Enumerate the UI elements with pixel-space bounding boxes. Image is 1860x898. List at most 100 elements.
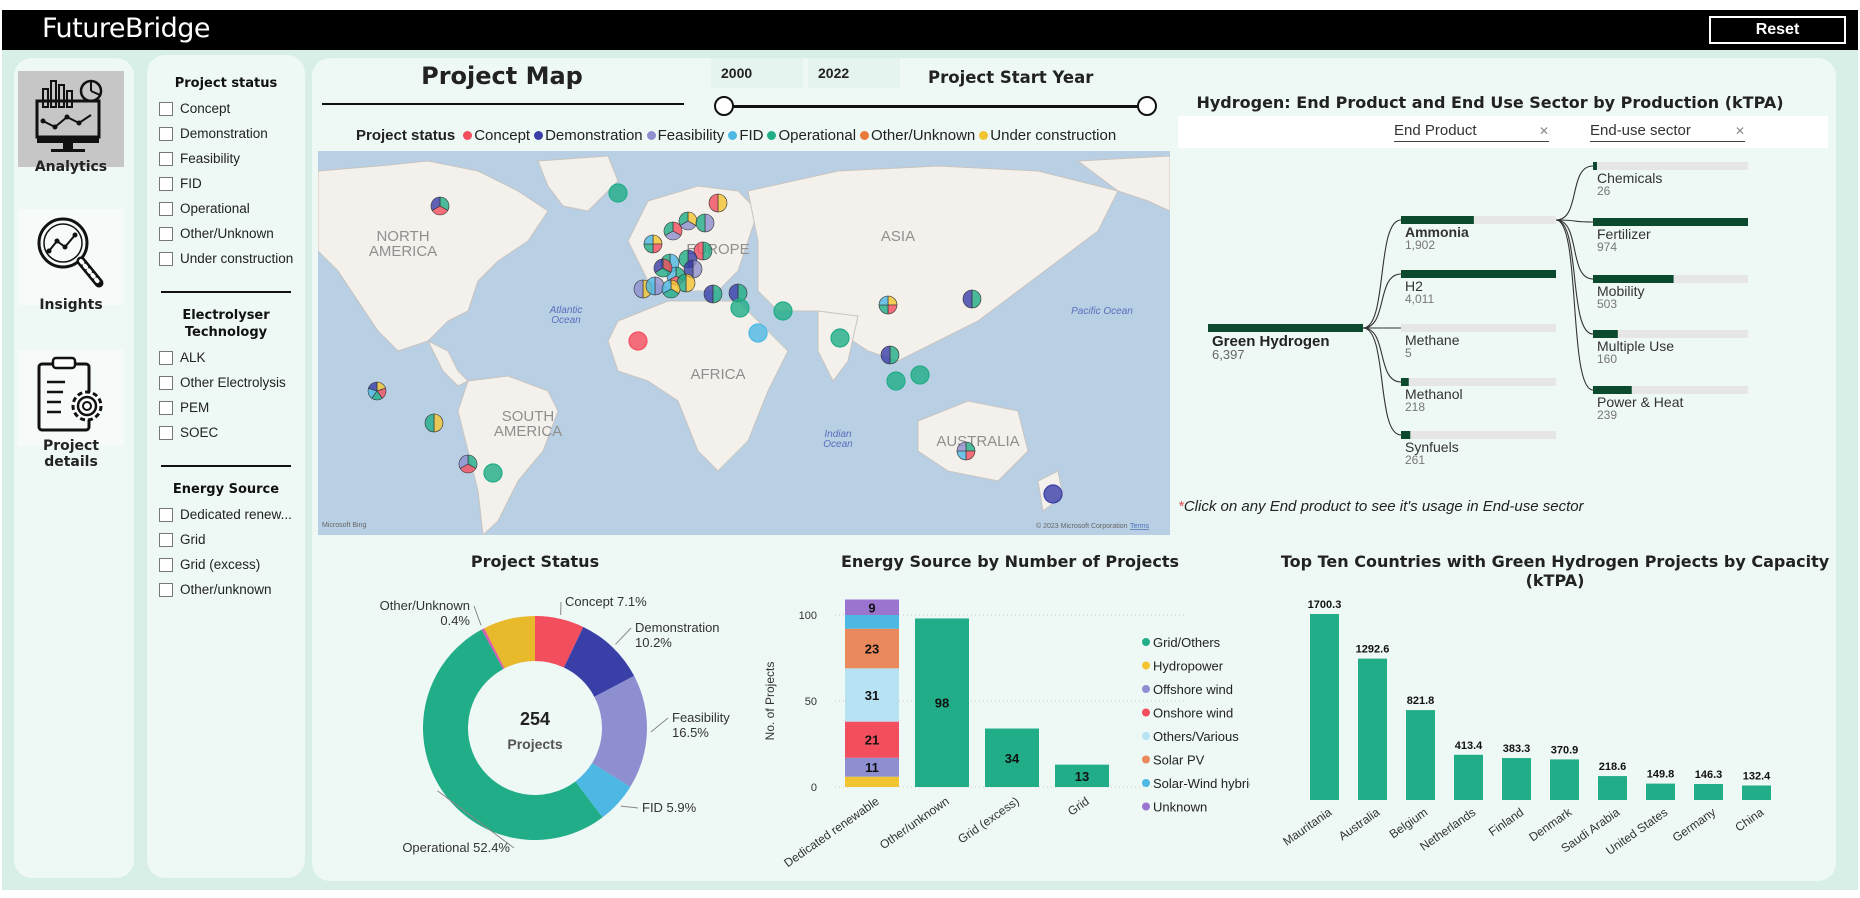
start-year-input[interactable]: 2000 bbox=[711, 58, 803, 88]
legend-item-unknown[interactable]: Unknown bbox=[1142, 800, 1207, 815]
project-marker[interactable] bbox=[628, 331, 648, 351]
project-marker[interactable] bbox=[424, 413, 444, 433]
project-marker[interactable] bbox=[608, 183, 628, 203]
legend-item-concept[interactable]: Concept bbox=[463, 127, 530, 144]
checkbox[interactable] bbox=[159, 507, 173, 522]
checkbox[interactable] bbox=[159, 425, 173, 440]
project-marker[interactable] bbox=[830, 328, 850, 348]
energy-option-grid-excess[interactable]: Grid (excess) bbox=[159, 552, 305, 577]
status-option-feasibility[interactable]: Feasibility bbox=[159, 146, 305, 171]
checkbox[interactable] bbox=[159, 350, 173, 365]
slider-end-handle[interactable] bbox=[1137, 96, 1157, 116]
nav-item-project-details[interactable]: Project details bbox=[18, 350, 124, 470]
project-marker[interactable] bbox=[748, 323, 768, 343]
legend-item-fid[interactable]: FID bbox=[728, 127, 763, 144]
checkbox[interactable] bbox=[159, 151, 173, 166]
end-product-node-synfuels[interactable]: Synfuels261 bbox=[1401, 431, 1556, 467]
project-marker[interactable] bbox=[703, 284, 723, 304]
legend-item-solar-wind-hybrid[interactable]: Solar-Wind hybrid bbox=[1142, 776, 1250, 791]
status-option-operational[interactable]: Operational bbox=[159, 196, 305, 221]
legend-item-grid-others[interactable]: Grid/Others bbox=[1142, 635, 1221, 650]
legend-item-operational[interactable]: Operational bbox=[767, 127, 856, 144]
checkbox[interactable] bbox=[159, 251, 173, 266]
legend-item-hydropower[interactable]: Hydropower bbox=[1142, 659, 1224, 674]
project-marker[interactable] bbox=[695, 213, 715, 233]
checkbox[interactable] bbox=[159, 375, 173, 390]
electrolyser-option-alk[interactable]: ALK bbox=[159, 345, 305, 370]
legend-item-solar-pv[interactable]: Solar PV bbox=[1142, 753, 1205, 768]
project-marker[interactable] bbox=[483, 463, 503, 483]
year-slider-track[interactable] bbox=[724, 105, 1146, 108]
map-canvas[interactable]: NORTH AMERICA SOUTH AMERICA EUROPE AFRIC… bbox=[318, 151, 1170, 535]
bar-netherlands[interactable] bbox=[1454, 754, 1483, 800]
bar-belgium[interactable] bbox=[1406, 710, 1435, 800]
project-marker[interactable] bbox=[910, 365, 930, 385]
end-product-node-ammonia[interactable]: Ammonia1,902 bbox=[1401, 216, 1556, 252]
project-marker[interactable] bbox=[645, 276, 665, 296]
nav-item-analytics[interactable]: Analytics bbox=[18, 71, 124, 175]
checkbox[interactable] bbox=[159, 557, 173, 572]
electrolyser-option-pem[interactable]: PEM bbox=[159, 395, 305, 420]
electrolyser-option-other-electrolysis[interactable]: Other Electrolysis bbox=[159, 370, 305, 395]
project-marker[interactable] bbox=[886, 371, 906, 391]
checkbox[interactable] bbox=[159, 176, 173, 191]
project-marker[interactable] bbox=[458, 454, 478, 474]
project-marker[interactable] bbox=[956, 441, 976, 461]
checkbox[interactable] bbox=[159, 400, 173, 415]
legend-item-others-various[interactable]: Others/Various bbox=[1142, 729, 1239, 744]
end-product-node-h2[interactable]: H24,011 bbox=[1401, 270, 1556, 306]
project-marker[interactable] bbox=[878, 295, 898, 315]
checkbox[interactable] bbox=[159, 532, 173, 547]
end-use-sector-level[interactable]: End-use sector ✕ bbox=[1590, 122, 1745, 142]
project-map[interactable]: NORTH AMERICA SOUTH AMERICA EUROPE AFRIC… bbox=[318, 151, 1170, 535]
energy-option-other-unknown[interactable]: Other/unknown bbox=[159, 577, 305, 602]
energy-option-dedicated-renew[interactable]: Dedicated renew... bbox=[159, 502, 305, 527]
top-countries-chart[interactable]: 1700.3 Mauritania 1292.6 Australia 821.8 Belg… bbox=[1260, 580, 1840, 880]
end-use-node-multiple-use[interactable]: Multiple Use160 bbox=[1593, 330, 1748, 366]
project-marker[interactable] bbox=[663, 221, 683, 241]
bar-germany[interactable] bbox=[1694, 783, 1723, 800]
bar-saudi-arabia[interactable] bbox=[1598, 776, 1627, 800]
end-use-node-chemicals[interactable]: Chemicals26 bbox=[1593, 162, 1748, 198]
remove-level-icon[interactable]: ✕ bbox=[1539, 124, 1549, 138]
bar-segment-hydropower[interactable] bbox=[845, 776, 899, 787]
project-marker[interactable] bbox=[880, 345, 900, 365]
bar-denmark[interactable] bbox=[1550, 759, 1579, 800]
project-marker[interactable] bbox=[708, 193, 728, 213]
project-marker[interactable] bbox=[678, 211, 698, 231]
project-marker[interactable] bbox=[661, 279, 681, 299]
bar-finland[interactable] bbox=[1502, 758, 1531, 800]
end-use-node-mobility[interactable]: Mobility503 bbox=[1593, 275, 1748, 311]
energy-option-grid[interactable]: Grid bbox=[159, 527, 305, 552]
checkbox[interactable] bbox=[159, 201, 173, 216]
project-marker[interactable] bbox=[1043, 484, 1063, 504]
electrolyser-option-soec[interactable]: SOEC bbox=[159, 420, 305, 445]
bar-mauritania[interactable] bbox=[1310, 614, 1339, 800]
project-marker[interactable] bbox=[367, 381, 387, 401]
checkbox[interactable] bbox=[159, 126, 173, 141]
end-use-node-power-heat[interactable]: Power & Heat239 bbox=[1593, 386, 1748, 422]
end-product-node-methane[interactable]: Methane5 bbox=[1401, 324, 1556, 360]
reset-button[interactable]: Reset bbox=[1709, 16, 1846, 44]
project-marker[interactable] bbox=[773, 301, 793, 321]
remove-level-icon[interactable]: ✕ bbox=[1735, 124, 1745, 138]
end-use-node-fertilizer[interactable]: Fertilizer974 bbox=[1593, 218, 1748, 254]
bar-china[interactable] bbox=[1742, 785, 1771, 800]
end-year-input[interactable]: 2022 bbox=[808, 58, 900, 88]
energy-source-chart[interactable]: 0 50 100 No. of Projects 11 21 31 23 9 Dedicated … bbox=[760, 580, 1250, 880]
legend-item-other-unknown[interactable]: Other/Unknown bbox=[860, 127, 975, 144]
bar-australia[interactable] bbox=[1358, 658, 1387, 800]
checkbox[interactable] bbox=[159, 226, 173, 241]
status-option-concept[interactable]: Concept bbox=[159, 96, 305, 121]
project-marker[interactable] bbox=[730, 298, 750, 318]
status-option-under-construction[interactable]: Under construction bbox=[159, 246, 305, 271]
legend-item-feasibility[interactable]: Feasibility bbox=[646, 127, 724, 144]
project-status-donut[interactable]: Concept 7.1% Demonstration 10.2% Feasibilit… bbox=[320, 580, 760, 870]
decomposition-tree[interactable]: Green Hydrogen6,397Ammonia1,902H24,011Me… bbox=[1178, 150, 1838, 490]
project-marker[interactable] bbox=[643, 234, 663, 254]
status-option-other-unknown[interactable]: Other/Unknown bbox=[159, 221, 305, 246]
project-marker[interactable] bbox=[962, 289, 982, 309]
root-bar[interactable] bbox=[1208, 324, 1363, 332]
end-product-node-methanol[interactable]: Methanol218 bbox=[1401, 378, 1556, 414]
nav-item-insights[interactable]: Insights bbox=[18, 209, 124, 313]
